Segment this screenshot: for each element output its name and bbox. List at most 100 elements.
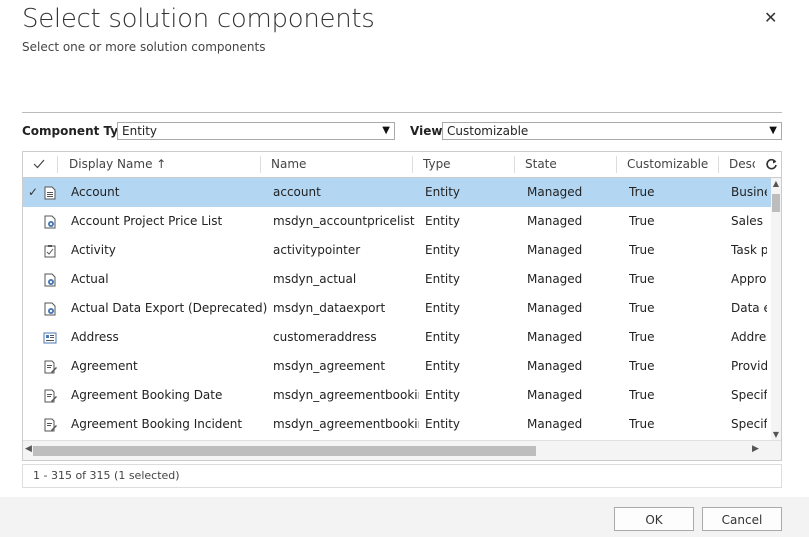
table-row[interactable]: Agreement Booking Date msdyn_agreementboo…: [23, 381, 771, 410]
cell-state: Managed: [527, 214, 583, 228]
cell-name: account: [273, 185, 321, 199]
cell-type: Entity: [425, 388, 461, 402]
close-icon[interactable]: ✕: [764, 8, 777, 27]
table-row[interactable]: Actual Data Export (Deprecated) msdyn_dat…: [23, 294, 771, 323]
dialog-title: Select solution components: [22, 4, 375, 34]
view-label: View: [410, 124, 443, 138]
cell-customizable: True: [629, 417, 655, 431]
clipboard-icon: [43, 243, 57, 258]
cell-customizable: True: [629, 214, 655, 228]
cell-name: customeraddress: [273, 330, 377, 344]
horizontal-scroll-thumb[interactable]: [33, 446, 536, 456]
cell-desc: Specify: [731, 417, 767, 431]
cell-name: msdyn_agreementbookingi...: [273, 417, 419, 431]
gear-doc-icon: [43, 301, 57, 316]
cell-desc: Specify: [731, 388, 767, 402]
gear-doc-icon: [43, 272, 57, 287]
cell-type: Entity: [425, 243, 461, 257]
chevron-down-icon: ▼: [382, 125, 390, 136]
cell-desc: Approv: [731, 272, 767, 286]
column-divider: [616, 156, 617, 173]
column-divider: [718, 156, 719, 173]
cell-desc: Business: [731, 185, 767, 199]
cell-state: Managed: [527, 330, 583, 344]
scroll-right-icon[interactable]: ▶: [752, 444, 759, 454]
view-value: Customizable: [447, 124, 529, 138]
cell-desc: Address: [731, 330, 767, 344]
cell-type: Entity: [425, 301, 461, 315]
gear-doc-icon: [43, 214, 57, 229]
cell-name: msdyn_agreement: [273, 359, 386, 373]
view-select[interactable]: Customizable ▼: [442, 122, 782, 140]
cell-display: Account: [71, 185, 120, 199]
column-divider: [260, 156, 261, 173]
select-all-checkbox-icon[interactable]: [33, 158, 45, 170]
horizontal-scrollbar[interactable]: ◀ ▶: [23, 440, 781, 460]
cell-display: Account Project Price List: [71, 214, 223, 228]
scroll-down-icon[interactable]: ▼: [771, 430, 781, 439]
table-row[interactable]: Activity activitypointer Entity Managed True…: [23, 236, 771, 265]
cell-display: Agreement Booking Date: [71, 388, 223, 402]
column-header-display-name[interactable]: Display Name ↑: [69, 152, 166, 177]
cell-display: Activity: [71, 243, 116, 257]
column-header-description[interactable]: Desc: [729, 152, 755, 177]
column-divider: [514, 156, 515, 173]
separator: [22, 112, 782, 113]
doc-edit-icon: [43, 417, 57, 432]
table-row[interactable]: Actual msdyn_actual Entity Managed True Appro…: [23, 265, 771, 294]
cell-display: Agreement Booking Incident: [71, 417, 243, 431]
sort-arrow-icon: ↑: [156, 157, 167, 171]
column-header-name[interactable]: Name: [271, 152, 306, 177]
column-header-label: Display Name: [69, 157, 153, 171]
table-row[interactable]: Agreement msdyn_agreement Entity Managed Tru…: [23, 352, 771, 381]
cell-name: msdyn_accountpricelist: [273, 214, 415, 228]
vertical-scroll-thumb[interactable]: [772, 194, 780, 212]
cell-customizable: True: [629, 243, 655, 257]
scroll-left-icon[interactable]: ◀: [25, 444, 32, 454]
cell-customizable: True: [629, 301, 655, 315]
grid-header: Display Name ↑ Name Type State Customiza…: [23, 152, 781, 178]
address-card-icon: [43, 330, 57, 344]
cell-name: msdyn_dataexport: [273, 301, 386, 315]
cell-state: Managed: [527, 272, 583, 286]
component-type-value: Entity: [122, 124, 158, 138]
cell-customizable: True: [629, 185, 655, 199]
table-row[interactable]: Agreement Booking Incident msdyn_agreemen…: [23, 410, 771, 439]
status-bar: 1 - 315 of 315 (1 selected): [22, 464, 782, 488]
cell-display: Actual Data Export (Deprecated): [71, 301, 267, 315]
cancel-button[interactable]: Cancel: [702, 507, 782, 531]
table-row[interactable]: Address customeraddress Entity Managed True A…: [23, 323, 771, 352]
cell-customizable: True: [629, 272, 655, 286]
column-header-customizable[interactable]: Customizable: [627, 152, 708, 177]
column-header-state[interactable]: State: [525, 152, 557, 177]
cell-state: Managed: [527, 388, 583, 402]
cell-name: msdyn_agreementbooking...: [273, 388, 419, 402]
cell-customizable: True: [629, 359, 655, 373]
column-divider: [412, 156, 413, 173]
table-row[interactable]: Account Project Price List msdyn_accountp…: [23, 207, 771, 236]
cell-desc: Data ex: [731, 301, 767, 315]
cell-display: Address: [71, 330, 119, 344]
cell-customizable: True: [629, 330, 655, 344]
cell-type: Entity: [425, 417, 461, 431]
ok-button[interactable]: OK: [614, 507, 694, 531]
vertical-scrollbar[interactable]: ▲ ▼: [771, 178, 781, 440]
column-header-type[interactable]: Type: [423, 152, 451, 177]
row-check-icon[interactable]: ✓: [28, 178, 38, 207]
cell-type: Entity: [425, 330, 461, 344]
component-type-select[interactable]: Entity ▼: [117, 122, 395, 140]
cell-state: Managed: [527, 359, 583, 373]
scroll-up-icon[interactable]: ▲: [771, 179, 781, 188]
cell-state: Managed: [527, 185, 583, 199]
cell-desc: Task pe: [731, 243, 767, 257]
refresh-icon[interactable]: [765, 158, 778, 171]
table-row[interactable]: ✓ Account account Entity Managed True Business: [23, 178, 771, 207]
cell-desc: Provide: [731, 359, 767, 373]
cell-type: Entity: [425, 359, 461, 373]
cell-type: Entity: [425, 214, 461, 228]
cell-name: msdyn_actual: [273, 272, 357, 286]
cell-name: activitypointer: [273, 243, 361, 257]
grid-rows: ✓ Account account Entity Managed True Business…: [23, 178, 771, 440]
cell-display: Actual: [71, 272, 109, 286]
cell-customizable: True: [629, 388, 655, 402]
